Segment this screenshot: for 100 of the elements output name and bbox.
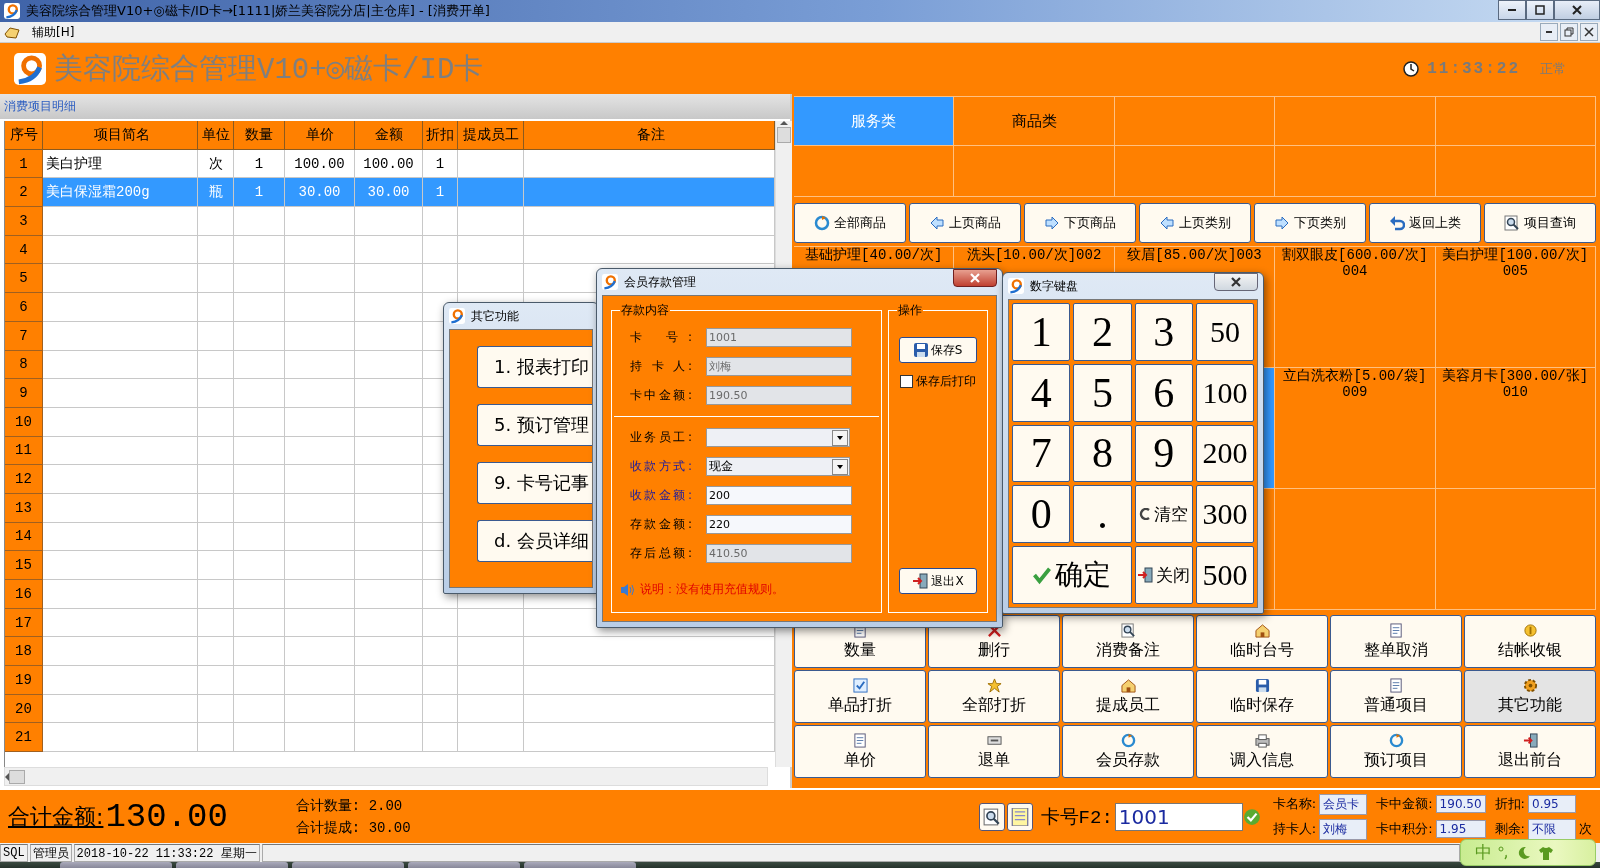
keypad-key[interactable]: 4 [1012, 363, 1071, 422]
keypad-key[interactable]: 300 [1195, 485, 1254, 544]
product-tile[interactable]: 美容月卡[300.00/张] 010 [1435, 368, 1596, 489]
exit-button[interactable]: 退出X [899, 568, 977, 594]
search-button[interactable] [978, 802, 1005, 831]
clear-button[interactable]: 清空 [1134, 485, 1193, 544]
close-button[interactable] [1214, 273, 1258, 291]
refresh-icon [1388, 732, 1404, 748]
category-tab[interactable] [794, 146, 955, 197]
nav-button[interactable]: 上页类别 [1139, 203, 1251, 243]
keypad-key[interactable]: 5 [1073, 363, 1132, 422]
action-button[interactable]: 结帐收银 [1464, 615, 1596, 668]
keypad-key[interactable]: 8 [1073, 424, 1132, 483]
total-amount-label: 合计金额: [8, 802, 104, 831]
category-tab[interactable] [1275, 97, 1436, 146]
table-row[interactable]: 2 美白保湿霜200g 瓶 1 30.00 30.00 1 [5, 178, 775, 208]
scrollbar-thumb[interactable] [777, 127, 791, 143]
dropdown[interactable] [706, 428, 850, 447]
row-number: 2 [5, 178, 43, 208]
nav-button[interactable]: 返回上类 [1369, 203, 1481, 243]
function-button[interactable]: d. 会员详细 [477, 520, 592, 562]
nav-button[interactable]: 下页商品 [1024, 203, 1136, 243]
table-row[interactable]: 18 [5, 637, 775, 667]
row-number: 9 [5, 379, 43, 408]
keypad-key[interactable]: 6 [1134, 363, 1193, 422]
close-button[interactable] [1554, 0, 1600, 20]
minimize-button[interactable] [1540, 23, 1558, 41]
category-tab[interactable] [1435, 97, 1596, 146]
action-button[interactable]: 预订项目 [1330, 725, 1462, 778]
action-button[interactable]: 普通项目 [1330, 670, 1462, 723]
keypad-key[interactable]: 7 [1012, 424, 1071, 483]
action-button[interactable]: 整单取消 [1330, 615, 1462, 668]
menu-item[interactable]: 辅助[H] [28, 22, 79, 42]
column-header: 数量 [234, 121, 285, 150]
nav-button[interactable]: 全部商品 [794, 203, 906, 243]
action-button[interactable]: 调入信息 [1196, 725, 1328, 778]
nav-button[interactable]: 下页类别 [1254, 203, 1366, 243]
keypad-key[interactable]: 100 [1195, 363, 1254, 422]
nav-button[interactable]: 上页商品 [909, 203, 1021, 243]
keypad-key[interactable]: 50 [1195, 303, 1254, 361]
action-button[interactable]: 全部打折 [928, 670, 1060, 723]
action-button[interactable]: 会员存款 [1062, 725, 1194, 778]
keypad-key[interactable]: 200 [1195, 424, 1254, 483]
card-list-button[interactable] [1006, 802, 1033, 831]
minimize-button[interactable] [1498, 0, 1526, 20]
product-tile[interactable] [1275, 489, 1436, 610]
action-button[interactable]: 临时保存 [1196, 670, 1328, 723]
keypad-key[interactable]: 3 [1134, 303, 1193, 361]
confirm-button[interactable]: 确定 [1012, 546, 1132, 604]
action-button[interactable]: 其它功能 [1464, 670, 1596, 723]
close-keypad-button[interactable]: 关闭 [1134, 546, 1193, 604]
product-tile[interactable] [1435, 489, 1596, 610]
row-number: 11 [5, 436, 43, 466]
keypad-key[interactable]: 0 [1012, 485, 1071, 544]
return-arrow-icon [1389, 215, 1405, 231]
keypad-key[interactable]: 500 [1195, 546, 1254, 604]
restore-button[interactable] [1560, 23, 1578, 41]
nav-button[interactable]: 项目查询 [1484, 203, 1596, 243]
keypad-key[interactable]: . [1073, 485, 1132, 544]
product-tile[interactable]: 割双眼皮[600.00/次] 004 [1275, 247, 1436, 368]
close-button[interactable] [953, 269, 997, 287]
checkbox[interactable] [900, 375, 913, 388]
keypad-key[interactable]: 2 [1073, 303, 1132, 361]
category-tab[interactable] [1275, 146, 1436, 197]
category-tab[interactable] [954, 146, 1115, 197]
text-field[interactable]: 220 [706, 515, 852, 534]
function-button[interactable]: 9. 卡号记事 [477, 462, 592, 504]
action-button[interactable]: 提成员工 [1062, 670, 1194, 723]
product-tile[interactable]: 立白洗衣粉[5.00/袋] 009 [1275, 368, 1436, 489]
card-number-field[interactable]: 1001 [1114, 802, 1243, 831]
action-button[interactable]: 单价 [794, 725, 926, 778]
table-row[interactable]: 21 [5, 723, 775, 753]
function-button[interactable]: 1. 报表打印 [477, 346, 592, 388]
keypad-key[interactable]: 1 [1012, 303, 1071, 361]
category-tab[interactable] [1114, 146, 1276, 197]
field-label: 卡中金额: [630, 387, 692, 404]
category-tab[interactable] [1435, 146, 1596, 197]
table-row[interactable]: 20 [5, 694, 775, 724]
category-tab[interactable] [1114, 97, 1276, 146]
scrollbar-thumb[interactable] [9, 769, 25, 784]
table-row[interactable]: 4 [5, 235, 775, 265]
keypad-key[interactable]: 9 [1134, 424, 1193, 483]
category-tab[interactable]: 商品类 [954, 97, 1115, 146]
text-field[interactable]: 200 [706, 486, 852, 505]
action-button[interactable]: 退单 [928, 725, 1060, 778]
product-tile[interactable]: 美白护理[100.00/次] 005 [1435, 247, 1596, 368]
field-label: 存款金额: [630, 516, 692, 533]
dropdown[interactable]: 现金 [706, 457, 850, 476]
close-button[interactable] [1580, 23, 1598, 41]
action-button[interactable]: 退出前台 [1464, 725, 1596, 778]
table-row[interactable]: 3 [5, 207, 775, 236]
field-label: 折扣: [1494, 795, 1525, 813]
action-button[interactable]: 单品打折 [794, 670, 926, 723]
maximize-button[interactable] [1526, 0, 1554, 20]
function-button[interactable]: 5. 预订管理 [477, 404, 592, 446]
row-number: 17 [5, 608, 43, 638]
table-row[interactable]: 19 [5, 666, 775, 695]
action-button[interactable]: 临时台号 [1196, 615, 1328, 668]
save-button[interactable]: 保存S [899, 337, 977, 363]
action-button[interactable]: 消费备注 [1062, 615, 1194, 668]
